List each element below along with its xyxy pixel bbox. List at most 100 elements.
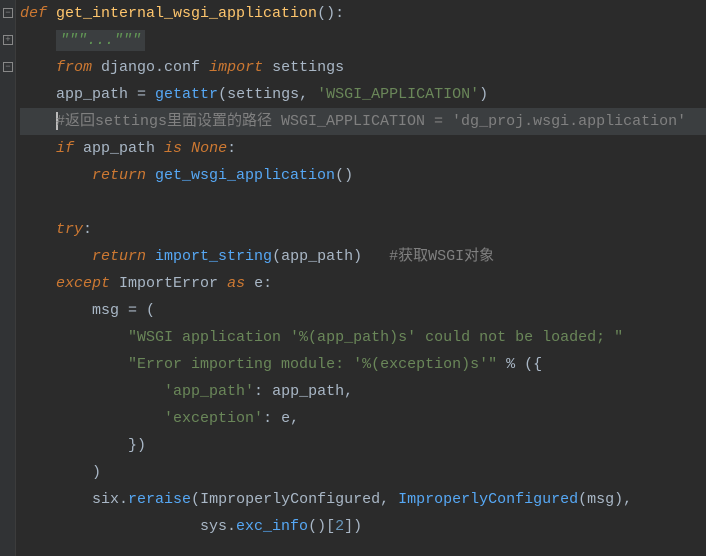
colon: : [263,275,272,292]
open-paren: ( [137,302,155,319]
code-line[interactable]: except ImportError as e: [20,270,706,297]
dict-value: app_path, [272,383,353,400]
code-line[interactable]: sys.exc_info()[2]) [20,513,706,540]
six-module: six. [92,491,128,508]
keyword-def: def [20,5,47,22]
indent [20,248,92,265]
call-import-string: import_string [146,248,272,265]
open-paren: ( [191,491,200,508]
keyword-from: from [56,59,92,76]
operator-eq: = [128,302,137,319]
code-line[interactable]: 'app_path': app_path, [20,378,706,405]
comment: #获取WSGI对象 [389,248,494,265]
code-line[interactable]: from django.conf import settings [20,54,706,81]
close-braces: }) [128,437,146,454]
fold-marker[interactable]: + [3,35,13,45]
indent [20,383,164,400]
code-line[interactable]: try: [20,216,706,243]
exception-class: ImportError [110,275,227,292]
arg: msg [587,491,614,508]
exception-var: e [245,275,263,292]
fold-marker[interactable]: − [3,8,13,18]
colon: : [83,221,92,238]
code-line[interactable]: def get_internal_wsgi_application(): [20,0,706,27]
indent [20,221,56,238]
indent [20,491,92,508]
code-line[interactable]: if app_path is None: [20,135,706,162]
keyword-as: as [227,275,245,292]
comment: #返回settings里面设置的路径 WSGI_APPLICATION = 'd… [56,113,686,130]
open-dict: ({ [524,356,542,373]
code-line[interactable]: msg = ( [20,297,706,324]
code-line[interactable]: return get_wsgi_application() [20,162,706,189]
call-getattr: getattr [146,86,218,103]
string-literal: "Error importing module: '%(exception)s'… [128,356,497,373]
keyword-import: import [209,59,263,76]
keyword-except: except [56,275,110,292]
docstring: """...""" [56,30,145,51]
code-line[interactable]: """...""" [20,27,706,54]
indent [20,437,128,454]
string-literal: 'WSGI_APPLICATION' [317,86,479,103]
dict-key: 'exception' [164,410,263,427]
operator-eq: = [137,86,146,103]
close-paren: ) [92,464,101,481]
code-line-blank[interactable] [20,189,706,216]
indent [20,140,56,157]
call-get-wsgi: get_wsgi_application [146,167,335,184]
code-line-highlighted[interactable]: #返回settings里面设置的路径 WSGI_APPLICATION = 'd… [20,108,706,135]
import-name: settings [263,59,344,76]
indent [20,275,56,292]
module-path: django.conf [92,59,209,76]
dict-value: e, [281,410,299,427]
keyword-return: return [92,248,146,265]
colon: : [263,410,281,427]
code-line[interactable]: six.reraise(ImproperlyConfigured, Improp… [20,486,706,513]
parens: () [317,5,335,22]
bracket: ()[ [308,518,335,535]
indent [20,167,92,184]
code-line[interactable]: "Error importing module: '%(exception)s'… [20,351,706,378]
parens: () [335,167,353,184]
function-name: get_internal_wsgi_application [47,5,317,22]
open-paren: ( [578,491,587,508]
indent [20,410,164,427]
sys-module: sys. [200,518,236,535]
operator-pct: % [497,356,524,373]
args: (app_path) [272,248,389,265]
fold-marker[interactable]: − [3,62,13,72]
colon: : [254,383,272,400]
variable: app_path [56,86,137,103]
string-literal: "WSGI application '%(app_path)s' could n… [128,329,623,346]
code-line[interactable]: }) [20,432,706,459]
code-line[interactable]: "WSGI application '%(app_path)s' could n… [20,324,706,351]
colon: : [227,140,236,157]
keyword-return: return [92,167,146,184]
keyword-none: None [182,140,227,157]
indent [20,329,128,346]
code-line[interactable]: return import_string(app_path) #获取WSGI对象 [20,243,706,270]
keyword-if: if [56,140,74,157]
expr: app_path [74,140,164,157]
dict-key: 'app_path' [164,383,254,400]
close-paren: ) [479,86,488,103]
indent [20,32,56,49]
colon: : [335,5,344,22]
gutter: − + − [0,0,16,556]
call-improperly: ImproperlyConfigured [398,491,578,508]
code-line[interactable]: app_path = getattr(settings, 'WSGI_APPLI… [20,81,706,108]
number: 2 [335,518,344,535]
variable: msg [92,302,128,319]
code-line[interactable]: ) [20,459,706,486]
code-line[interactable]: 'exception': e, [20,405,706,432]
indent [20,302,92,319]
indent [20,464,92,481]
indent [20,86,56,103]
code-editor[interactable]: def get_internal_wsgi_application(): """… [16,0,706,540]
indent [20,113,56,130]
close: ), [614,491,632,508]
call-reraise: reraise [128,491,191,508]
indent [20,59,56,76]
keyword-try: try [56,221,83,238]
keyword-is: is [164,140,182,157]
